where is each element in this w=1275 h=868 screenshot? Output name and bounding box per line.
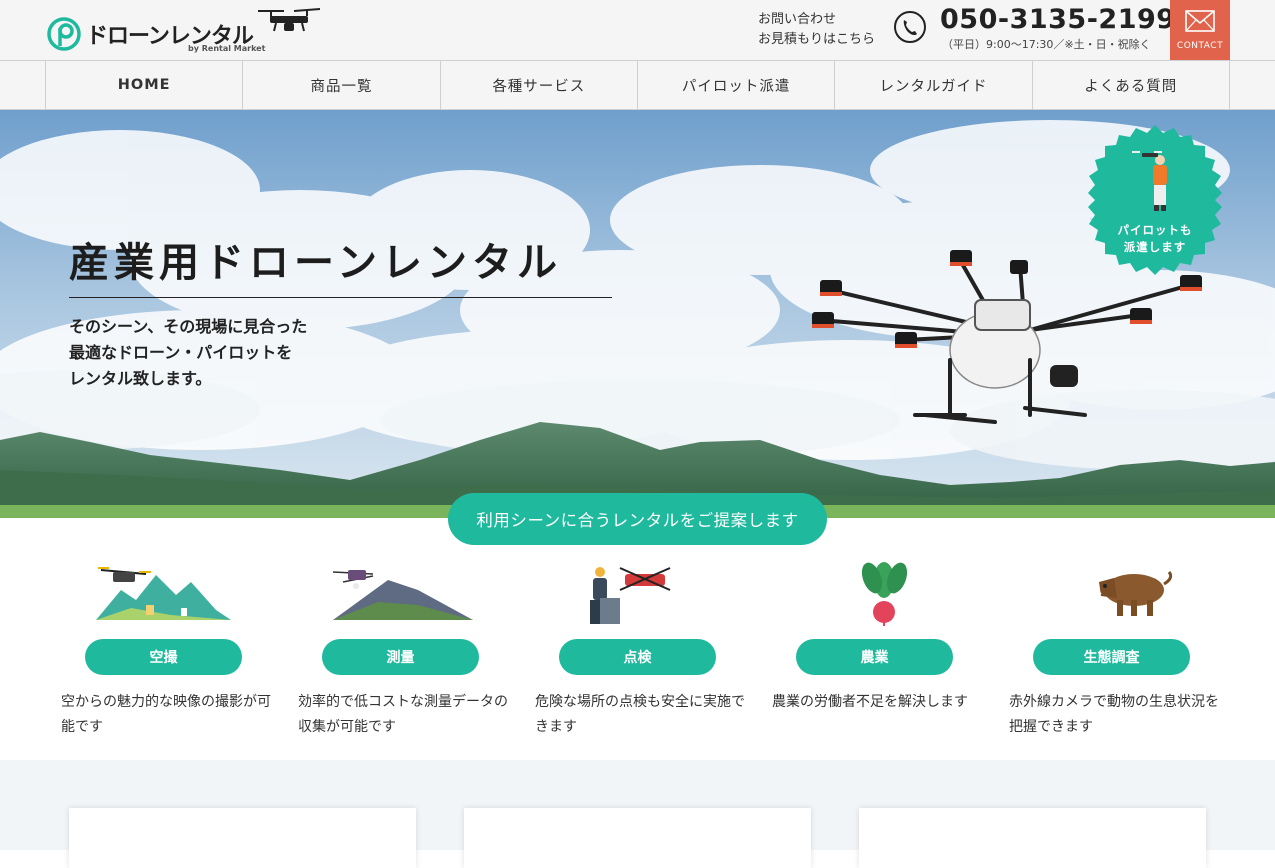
contact-label: CONTACT [1176,41,1224,51]
inquiry-line-1: お問い合わせ [758,12,837,27]
nav-item-home[interactable]: HOME [46,61,244,109]
hero-banner: 産業用ドローンレンタル そのシーン、その現場に見合った 最適なドローン・パイロッ… [0,110,1275,518]
nav-item-pilot[interactable]: パイロット派遣 [638,61,836,109]
inspection-illustration [590,567,671,624]
hero-title: 産業用ドローンレンタル [69,240,562,286]
phone-number[interactable]: 050-3135-2199 [940,4,1176,35]
service-inspection-desc: 危険な場所の点検も安全に実施できます [535,694,745,735]
service-agriculture-button[interactable]: 農業 [796,639,953,675]
logo-subtitle: by Rental Market [188,44,266,53]
feature-card[interactable] [464,808,811,868]
boar-illustration [1096,571,1173,616]
radish-illustration [861,562,908,626]
badge-text: パイロットも 派遣します [1117,223,1193,254]
logo-mark-icon [47,17,81,51]
survey-illustration [332,570,473,620]
service-survey-desc: 効率的で低コストな測量データの収集が可能です [298,694,508,735]
service-aerial-desc: 空からの魅力的な映像の撮影が可能です [61,694,271,735]
inquiry-line-2: お見積もりはこちら [758,32,876,47]
service-agriculture-desc: 農業の労働者不足を解決します [772,694,968,710]
nav-item-products[interactable]: 商品一覧 [243,61,441,109]
logo-drone-icon [258,8,321,32]
global-nav: HOME 商品一覧 各種サービス パイロット派遣 レンタルガイド よくある質問 [0,60,1275,110]
service-ecology-button[interactable]: 生態調査 [1033,639,1190,675]
service-ecology-desc: 赤外線カメラで動物の生息状況を把握できます [1009,694,1219,735]
phone-icon [894,11,926,43]
site-header: ドローンレンタル by Rental Market お問い合わせ お見積もりはこ… [0,0,1275,60]
inquiry-text: お問い合わせ お見積もりはこちら [758,10,875,50]
nav-item-rental-guide[interactable]: レンタルガイド [835,61,1033,109]
feature-card[interactable] [859,808,1206,868]
service-survey-button[interactable]: 測量 [322,639,479,675]
hero-lead-text: そのシーン、その現場に見合った 最適なドローン・パイロットを レンタル致します。 [69,317,308,388]
aerial-photo-illustration [96,567,231,620]
hero-divider [69,297,612,298]
mail-icon [1185,10,1215,32]
phone-hours: （平日）9:00〜17:30／※土・日・祝除く [942,38,1151,51]
nav-item-services[interactable]: 各種サービス [441,61,638,109]
contact-button[interactable]: CONTACT [1170,0,1230,60]
service-inspection-button[interactable]: 点検 [559,639,716,675]
nav-item-faq[interactable]: よくある質問 [1033,61,1230,109]
site-logo[interactable]: ドローンレンタル by Rental Market [46,6,326,56]
services-heading: 利用シーンに合うレンタルをご提案します [448,493,827,545]
service-aerial-button[interactable]: 空撮 [85,639,242,675]
feature-card[interactable] [69,808,416,868]
